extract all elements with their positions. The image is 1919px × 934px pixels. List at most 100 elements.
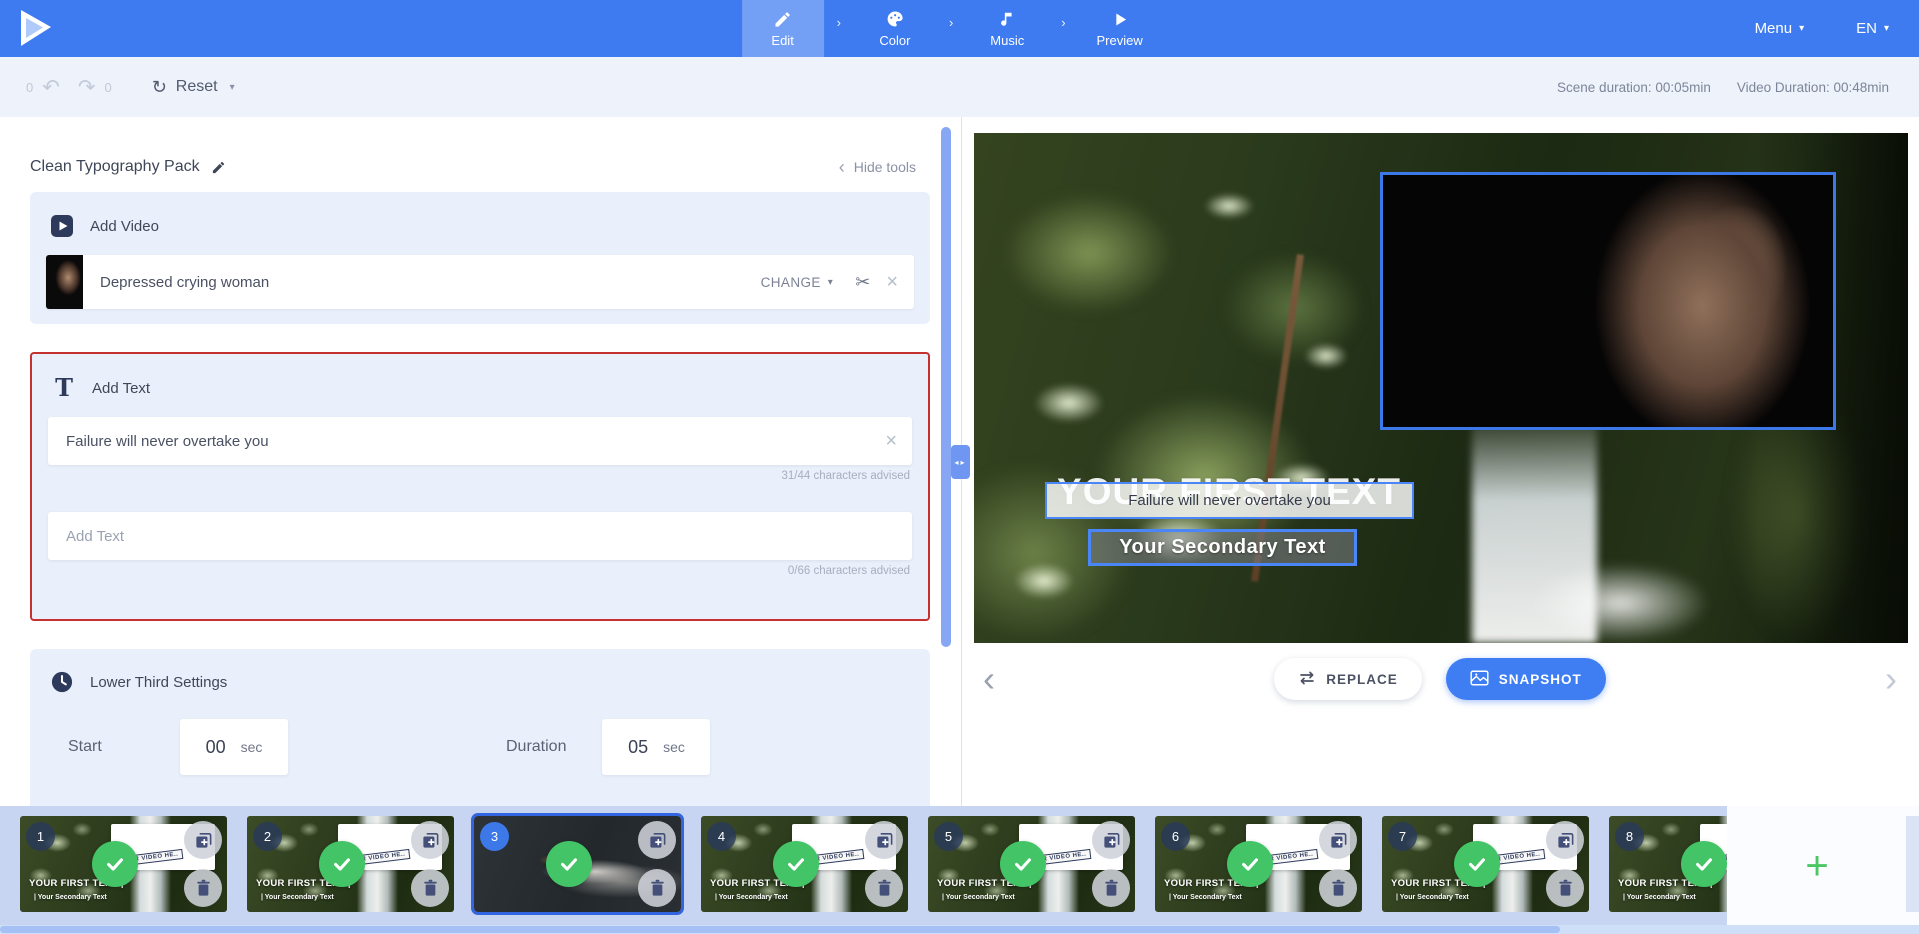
scene-thumbnail[interactable]: YOUR VIDEO HE.. YOUR FIRST TEXT | | Your… <box>928 816 1135 912</box>
scene-thumbnail[interactable]: YOUR VIDEO HE.. YOUR FIRST TEXT | | Your… <box>1155 816 1362 912</box>
scene-number-badge: 3 <box>480 822 509 851</box>
edit-title-pencil-icon[interactable] <box>211 160 226 175</box>
chevron-down-icon: ▾ <box>1884 23 1889 34</box>
trim-scissors-icon[interactable]: ✂ <box>855 272 870 293</box>
video-icon <box>49 214 75 238</box>
lower-third-settings-section: Lower Third Settings Start 00 sec Durati… <box>30 649 930 810</box>
undo-icon[interactable]: ↶ <box>42 77 60 98</box>
tools-sidebar: Clean Typography Pack ‹ Hide tools Add V… <box>0 117 961 806</box>
scene-thumbnail[interactable]: YOUR VIDEO HE.. YOUR FIRST TEXT | | Your… <box>20 816 227 912</box>
sidebar-scrollbar[interactable] <box>941 127 951 647</box>
inset-video-layer[interactable] <box>1380 172 1836 430</box>
primary-text-input[interactable] <box>48 417 912 465</box>
duplicate-scene-button[interactable] <box>865 821 903 859</box>
duplicate-scene-button[interactable] <box>1546 821 1584 859</box>
replace-label: REPLACE <box>1326 672 1398 687</box>
duplicate-scene-button[interactable] <box>1319 821 1357 859</box>
scene-thumbnail[interactable]: 3 <box>474 816 681 912</box>
leaf-highlight <box>1034 383 1104 423</box>
duplicate-scene-button[interactable] <box>184 821 222 859</box>
duration-unit: sec <box>663 739 685 755</box>
tab-color[interactable]: Color <box>854 0 936 57</box>
snapshot-image-icon <box>1470 670 1489 689</box>
duration-label: Duration <box>506 738 566 756</box>
scene-secondary-text: | Your Secondary Text <box>1396 894 1469 901</box>
snapshot-button[interactable]: SNAPSHOT <box>1446 658 1606 700</box>
top-navigation-bar: Edit › Color › Music › Preview Menu ▾ <box>0 0 1919 57</box>
tab-preview[interactable]: Preview <box>1079 0 1161 57</box>
editor-step-tabs: Edit › Color › Music › Preview <box>742 0 1161 57</box>
scene-secondary-text: | Your Secondary Text <box>715 894 788 901</box>
primary-text-overlay[interactable]: Failure will never overtake you <box>1045 482 1414 519</box>
language-dropdown[interactable]: EN ▾ <box>1856 20 1889 37</box>
panel-resize-handle[interactable]: ◂▸ <box>951 445 970 479</box>
undo-count: 0 <box>26 80 33 95</box>
secondary-text-counter: 0/66 characters advised <box>48 565 910 577</box>
app-logo[interactable] <box>13 6 57 50</box>
delete-scene-button[interactable] <box>184 869 222 907</box>
palette-icon <box>885 9 905 29</box>
start-label: Start <box>68 738 130 756</box>
hide-tools-button[interactable]: ‹ Hide tools <box>839 158 916 176</box>
scene-number-badge: 8 <box>1615 822 1644 851</box>
video-clip-name: Depressed crying woman <box>100 274 761 291</box>
add-scene-button[interactable]: + <box>1782 840 1852 892</box>
primary-text-counter: 31/44 characters advised <box>48 470 910 482</box>
add-video-header: Add Video <box>90 218 159 235</box>
start-unit: sec <box>241 739 263 755</box>
chevron-right-icon: › <box>837 15 841 30</box>
delete-scene-button[interactable] <box>638 869 676 907</box>
scene-thumbnail[interactable]: YOUR VIDEO HE.. YOUR FIRST TEXT | | Your… <box>1609 816 1727 912</box>
reset-button[interactable]: ↻ Reset ▾ <box>152 77 235 98</box>
delete-scene-button[interactable] <box>1092 869 1130 907</box>
video-preview-stage[interactable]: YOUR FIRST TEXT Failure will never overt… <box>974 133 1908 643</box>
replace-button[interactable]: REPLACE <box>1274 658 1422 700</box>
chevron-left-icon: ‹ <box>839 158 845 176</box>
scene-secondary-text: | Your Secondary Text <box>1169 894 1242 901</box>
tab-edit[interactable]: Edit <box>742 0 824 57</box>
scene-complete-check-icon <box>1000 841 1046 887</box>
chevron-down-icon: ▾ <box>828 277 833 288</box>
duplicate-scene-button[interactable] <box>638 821 676 859</box>
menu-dropdown[interactable]: Menu ▾ <box>1755 20 1805 37</box>
duplicate-scene-button[interactable] <box>411 821 449 859</box>
scene-secondary-text: | Your Secondary Text <box>34 894 107 901</box>
scenes-strip: YOUR VIDEO HE.. YOUR FIRST TEXT | | Your… <box>0 806 1727 925</box>
scene-number-badge: 4 <box>707 822 736 851</box>
scene-thumbnail[interactable]: YOUR VIDEO HE.. YOUR FIRST TEXT | | Your… <box>247 816 454 912</box>
tab-music[interactable]: Music <box>966 0 1048 57</box>
start-value: 00 <box>206 737 226 758</box>
secondary-text-input[interactable] <box>48 512 912 560</box>
reset-icon: ↻ <box>152 77 167 98</box>
add-text-section: T Add Text × 31/44 characters advised 0/… <box>30 352 930 621</box>
delete-scene-button[interactable] <box>411 869 449 907</box>
scene-complete-check-icon <box>773 841 819 887</box>
snapshot-label: SNAPSHOT <box>1499 672 1582 687</box>
duplicate-scene-button[interactable] <box>1092 821 1130 859</box>
reset-label: Reset <box>176 78 218 96</box>
scene-duration-text: Scene duration: 00:05min <box>1557 80 1711 95</box>
tab-label: Music <box>990 33 1024 48</box>
start-time-input[interactable]: 00 sec <box>180 719 288 775</box>
change-video-button[interactable]: CHANGE ▾ <box>761 275 834 290</box>
foliage-decoration <box>1004 193 1174 313</box>
scene-thumbnail[interactable]: YOUR VIDEO HE.. YOUR FIRST TEXT | | Your… <box>1382 816 1589 912</box>
scene-complete-check-icon <box>1681 841 1727 887</box>
delete-scene-button[interactable] <box>1319 869 1357 907</box>
editor-toolbar: 0 ↶ ↷ 0 ↻ Reset ▾ Scene duration: 00:05m… <box>0 57 1919 117</box>
scene-thumbnail[interactable]: YOUR VIDEO HE.. YOUR FIRST TEXT | | Your… <box>701 816 908 912</box>
scene-complete-check-icon <box>1227 841 1273 887</box>
remove-video-icon[interactable]: × <box>886 271 898 294</box>
delete-scene-button[interactable] <box>1546 869 1584 907</box>
duration-input[interactable]: 05 sec <box>602 719 710 775</box>
scene-number-badge: 1 <box>26 822 55 851</box>
add-video-section: Add Video Depressed crying woman CHANGE … <box>30 192 930 324</box>
secondary-text-overlay[interactable]: Your Secondary Text <box>1088 529 1357 566</box>
video-thumbnail[interactable] <box>46 255 83 309</box>
scene-secondary-text: | Your Secondary Text <box>1623 894 1696 901</box>
clear-primary-text-icon[interactable]: × <box>885 431 897 451</box>
swap-arrows-icon <box>1298 671 1316 688</box>
timeline-scrollbar-thumb[interactable] <box>0 926 1560 933</box>
delete-scene-button[interactable] <box>865 869 903 907</box>
redo-icon[interactable]: ↷ <box>78 77 96 98</box>
